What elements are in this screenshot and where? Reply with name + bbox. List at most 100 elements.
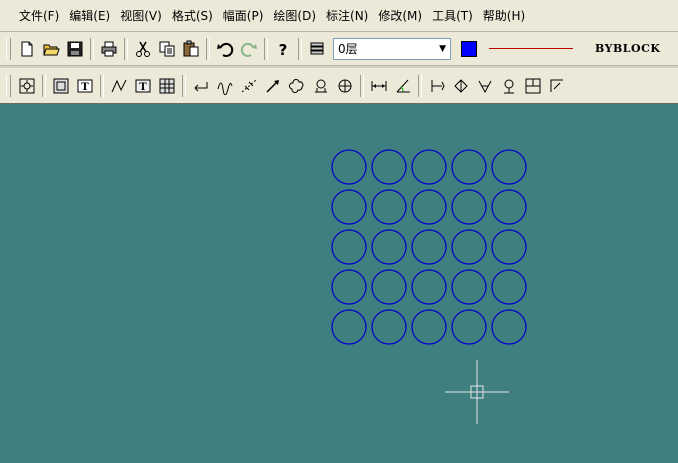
menu-format[interactable]: 格式(S) bbox=[167, 5, 218, 27]
undo-icon bbox=[217, 42, 234, 57]
polyline-button[interactable] bbox=[108, 75, 130, 97]
linear-dimension-icon bbox=[371, 80, 387, 91]
circle[interactable] bbox=[331, 309, 367, 345]
cut-button[interactable] bbox=[132, 38, 154, 60]
circle[interactable] bbox=[451, 269, 487, 305]
circle[interactable] bbox=[371, 149, 407, 185]
menu-bar: 文件(F) 编辑(E) 视图(V) 格式(S) 幅面(P) 绘图(D) 标注(N… bbox=[0, 0, 678, 32]
draw-toolbar: T T bbox=[0, 68, 678, 104]
menu-tools[interactable]: 工具(T) bbox=[427, 5, 478, 27]
dim-tool-1-button[interactable] bbox=[426, 75, 448, 97]
svg-text:?: ? bbox=[279, 41, 288, 58]
cloud-button[interactable] bbox=[286, 75, 308, 97]
circle[interactable] bbox=[491, 189, 527, 225]
print-button[interactable] bbox=[98, 38, 120, 60]
undo-button[interactable] bbox=[214, 38, 236, 60]
circle[interactable] bbox=[451, 189, 487, 225]
circle[interactable] bbox=[371, 189, 407, 225]
circle[interactable] bbox=[371, 269, 407, 305]
circle[interactable] bbox=[331, 269, 367, 305]
redo-button[interactable] bbox=[238, 38, 260, 60]
circle[interactable] bbox=[331, 229, 367, 265]
roughness-icon bbox=[478, 80, 492, 93]
open-file-button[interactable] bbox=[40, 38, 62, 60]
circle[interactable] bbox=[411, 309, 447, 345]
toolbar-separator bbox=[360, 74, 364, 97]
wave-line-button[interactable] bbox=[214, 75, 236, 97]
circle[interactable] bbox=[491, 149, 527, 185]
dim-tool-3-button[interactable] bbox=[474, 75, 496, 97]
save-icon bbox=[67, 41, 83, 56]
circle[interactable] bbox=[331, 149, 367, 185]
line-arrow-button[interactable] bbox=[190, 75, 212, 97]
circle[interactable] bbox=[491, 229, 527, 265]
toolbar-separator bbox=[264, 37, 268, 60]
zoom-window-button[interactable] bbox=[50, 75, 72, 97]
save-button[interactable] bbox=[64, 38, 86, 60]
help-button[interactable]: ? bbox=[272, 38, 294, 60]
linear-dimension-button[interactable] bbox=[368, 75, 390, 97]
menu-draw[interactable]: 绘图(D) bbox=[268, 5, 321, 27]
circle[interactable] bbox=[411, 229, 447, 265]
new-file-icon bbox=[21, 41, 33, 56]
paste-button[interactable] bbox=[180, 38, 202, 60]
help-question-icon: ? bbox=[279, 41, 288, 58]
circle[interactable] bbox=[451, 229, 487, 265]
toolbar-grip[interactable] bbox=[6, 74, 11, 97]
dim-tool-5-button[interactable] bbox=[522, 75, 544, 97]
return-arrow-icon bbox=[194, 81, 208, 91]
color-swatch[interactable] bbox=[461, 40, 477, 57]
redo-icon bbox=[240, 42, 257, 57]
zoom-extents-button[interactable] bbox=[16, 75, 38, 97]
ray-button[interactable] bbox=[262, 75, 284, 97]
spline-button[interactable] bbox=[238, 75, 260, 97]
toolbar-grip[interactable] bbox=[6, 37, 11, 60]
spline-icon bbox=[241, 79, 257, 92]
circle[interactable] bbox=[491, 309, 527, 345]
dim-tool-2-button[interactable] bbox=[450, 75, 472, 97]
leader-icon bbox=[550, 79, 563, 92]
linetype-label[interactable]: BYBLOCK bbox=[595, 42, 660, 55]
layer-manager-button[interactable] bbox=[306, 38, 328, 60]
toolbar-separator bbox=[206, 37, 210, 60]
copy-icon bbox=[159, 41, 175, 56]
arrow-icon bbox=[266, 79, 279, 93]
circle[interactable] bbox=[371, 229, 407, 265]
copy-button[interactable] bbox=[156, 38, 178, 60]
menu-modify[interactable]: 修改(M) bbox=[373, 5, 427, 27]
linetype-sample[interactable] bbox=[489, 48, 573, 49]
menu-sheet[interactable]: 幅面(P) bbox=[218, 5, 269, 27]
menu-view[interactable]: 视图(V) bbox=[115, 5, 167, 27]
circle[interactable] bbox=[451, 149, 487, 185]
standard-toolbar: ? 0层 ▼ BYBLOCK bbox=[0, 32, 678, 66]
menu-file[interactable]: 文件(F) bbox=[14, 5, 64, 27]
chevron-down-icon: ▼ bbox=[439, 43, 446, 54]
menu-edit[interactable]: 编辑(E) bbox=[64, 5, 115, 27]
toolbar-separator bbox=[298, 37, 302, 60]
table-button[interactable] bbox=[156, 75, 178, 97]
circle[interactable] bbox=[451, 309, 487, 345]
circle-array bbox=[331, 149, 527, 345]
block-button[interactable] bbox=[310, 75, 332, 97]
toolbar-separator bbox=[90, 37, 94, 60]
drawing-area bbox=[331, 149, 527, 424]
circle[interactable] bbox=[491, 269, 527, 305]
circle[interactable] bbox=[411, 149, 447, 185]
circle[interactable] bbox=[411, 189, 447, 225]
drawing-canvas[interactable] bbox=[0, 104, 678, 463]
dim-tool-6-button[interactable] bbox=[546, 75, 568, 97]
frame-icon bbox=[525, 78, 541, 93]
circle[interactable] bbox=[411, 269, 447, 305]
menu-help[interactable]: 帮助(H) bbox=[478, 5, 530, 27]
hatch-button[interactable] bbox=[334, 75, 356, 97]
dim-tool-4-button[interactable] bbox=[498, 75, 520, 97]
circle[interactable] bbox=[331, 189, 367, 225]
menu-dimension[interactable]: 标注(N) bbox=[321, 5, 373, 27]
text-button[interactable]: T bbox=[132, 75, 154, 97]
circle[interactable] bbox=[371, 309, 407, 345]
toolbar-separator bbox=[418, 74, 422, 97]
layer-dropdown[interactable]: 0层 ▼ bbox=[333, 37, 451, 60]
angle-dimension-button[interactable] bbox=[392, 75, 414, 97]
text-frame-button[interactable]: T bbox=[74, 75, 96, 97]
new-file-button[interactable] bbox=[16, 38, 38, 60]
